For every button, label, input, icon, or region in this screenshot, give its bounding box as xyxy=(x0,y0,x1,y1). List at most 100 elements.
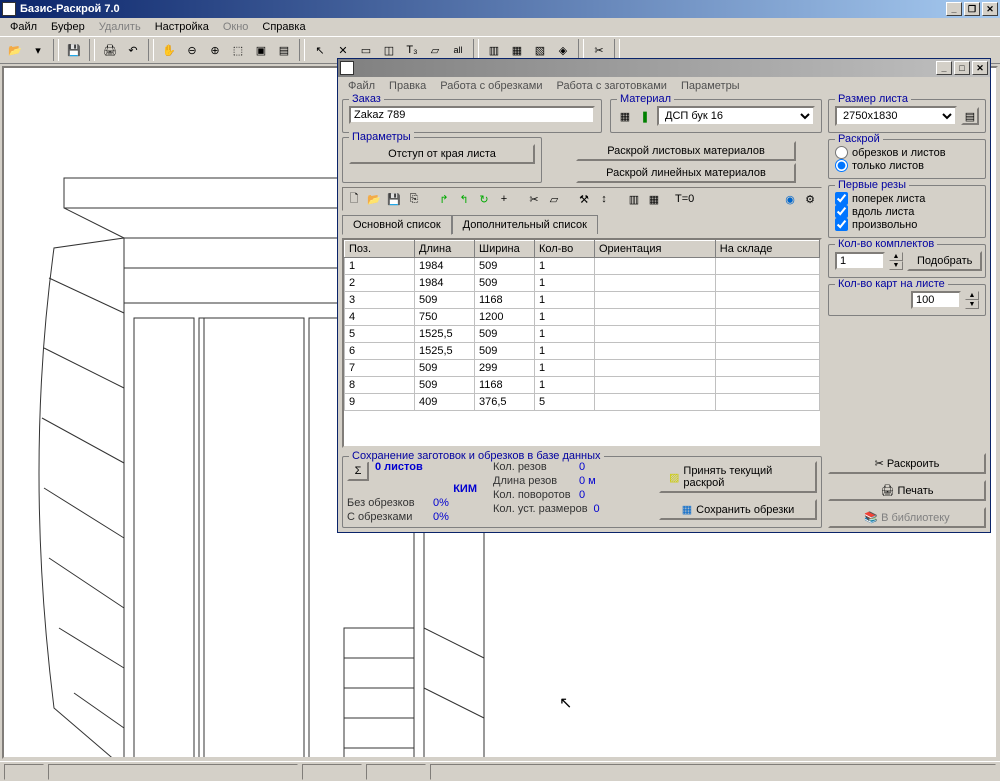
maximize-button[interactable]: ❐ xyxy=(964,2,980,16)
parts-table-wrap[interactable]: Поз.ДлинаШиринаКол-воОриентацияНа складе… xyxy=(342,238,822,448)
col-header[interactable]: На складе xyxy=(715,241,819,258)
komplekt-input[interactable] xyxy=(835,252,885,270)
minimize-button[interactable]: _ xyxy=(946,2,962,16)
accept-button[interactable]: ▨Принять текущий раскрой xyxy=(659,461,817,493)
table-cell[interactable]: 1 xyxy=(535,309,595,326)
sheetsize-button[interactable]: ▤ xyxy=(961,107,979,125)
table-cell[interactable]: 509 xyxy=(415,377,475,394)
cutx-icon[interactable]: ✂ xyxy=(525,190,543,208)
save2-icon[interactable]: 💾 xyxy=(385,190,403,208)
table-cell[interactable]: 5 xyxy=(535,394,595,411)
select-icon[interactable]: ↖ xyxy=(309,39,331,61)
cards-spin-up-icon[interactable]: ▲ xyxy=(965,291,979,300)
check-free[interactable] xyxy=(835,218,848,231)
table-cell[interactable]: 1 xyxy=(535,343,595,360)
table-cell[interactable]: 299 xyxy=(475,360,535,377)
col-header[interactable]: Длина xyxy=(415,241,475,258)
cut-sheet-button[interactable]: Раскрой листовых материалов xyxy=(576,141,796,161)
cards-input[interactable] xyxy=(911,291,961,309)
table-cell[interactable]: 2 xyxy=(345,275,415,292)
plus-icon[interactable]: + xyxy=(495,190,513,208)
table-cell[interactable] xyxy=(595,275,716,292)
col-header[interactable]: Ориентация xyxy=(595,241,716,258)
save-cuts-button[interactable]: ▦Сохранить обрезки xyxy=(659,499,817,520)
table-cell[interactable] xyxy=(715,343,819,360)
col-header[interactable]: Поз. xyxy=(345,241,415,258)
execute-cut-button[interactable]: ✂ Раскроить xyxy=(828,453,986,474)
radio-sheets-only[interactable] xyxy=(835,159,848,172)
table-cell[interactable] xyxy=(715,258,819,275)
cards-spin-down-icon[interactable]: ▼ xyxy=(965,300,979,309)
table-cell[interactable]: 7 xyxy=(345,360,415,377)
table-row[interactable]: 350911681 xyxy=(345,292,820,309)
order-input[interactable] xyxy=(349,106,595,124)
table-cell[interactable]: 6 xyxy=(345,343,415,360)
dmenu-edit[interactable]: Правка xyxy=(383,78,432,94)
table-cell[interactable]: 1 xyxy=(535,292,595,309)
material-icon-2[interactable]: ❚ xyxy=(637,108,653,124)
layout2-icon[interactable]: ▦ xyxy=(645,190,663,208)
table-row[interactable]: 75092991 xyxy=(345,360,820,377)
dmenu-cuts[interactable]: Работа с обрезками xyxy=(434,78,548,94)
table-row[interactable]: 9409376,55 xyxy=(345,394,820,411)
table-cell[interactable]: 1984 xyxy=(415,258,475,275)
col-header[interactable]: Кол-во xyxy=(535,241,595,258)
table-cell[interactable]: 8 xyxy=(345,377,415,394)
dialog-minimize-button[interactable]: _ xyxy=(936,61,952,75)
arrow1-icon[interactable]: ↱ xyxy=(435,190,453,208)
table-cell[interactable] xyxy=(715,326,819,343)
table-cell[interactable]: 1525,5 xyxy=(415,326,475,343)
table-cell[interactable] xyxy=(715,394,819,411)
table-cell[interactable] xyxy=(715,377,819,394)
table-cell[interactable]: 509 xyxy=(475,326,535,343)
table-cell[interactable] xyxy=(715,292,819,309)
dialog-close-button[interactable]: ✕ xyxy=(972,61,988,75)
table-cell[interactable] xyxy=(595,292,716,309)
table-cell[interactable] xyxy=(595,258,716,275)
table-cell[interactable] xyxy=(715,275,819,292)
zoom-window-icon[interactable]: ⬚ xyxy=(227,39,249,61)
table-cell[interactable] xyxy=(715,360,819,377)
menu-delete[interactable]: Удалить xyxy=(93,19,147,35)
table-cell[interactable]: 509 xyxy=(415,292,475,309)
dmenu-params[interactable]: Параметры xyxy=(675,78,746,94)
rotate-icon[interactable]: ↻ xyxy=(475,190,493,208)
open-dd-icon[interactable]: ▾ xyxy=(27,39,49,61)
material-select[interactable]: ДСП бук 16 xyxy=(657,106,815,126)
table-cell[interactable]: 409 xyxy=(415,394,475,411)
table-cell[interactable] xyxy=(595,326,716,343)
new-icon[interactable]: 🗋 xyxy=(345,190,363,208)
table-cell[interactable]: 5 xyxy=(345,326,415,343)
zoom-fit-icon[interactable]: ▣ xyxy=(250,39,272,61)
table-row[interactable]: 61525,55091 xyxy=(345,343,820,360)
table-cell[interactable] xyxy=(595,343,716,360)
export-icon[interactable]: ⎘ xyxy=(405,190,423,208)
table-cell[interactable]: 509 xyxy=(415,360,475,377)
menu-help[interactable]: Справка xyxy=(256,19,311,35)
table-cell[interactable] xyxy=(595,360,716,377)
zoom-out-icon[interactable]: ⊖ xyxy=(181,39,203,61)
open-icon[interactable]: 📂 xyxy=(4,39,26,61)
hist-icon[interactable]: ↶ xyxy=(122,39,144,61)
table-cell[interactable] xyxy=(595,377,716,394)
check-along[interactable] xyxy=(835,205,848,218)
col-header[interactable]: Ширина xyxy=(475,241,535,258)
table-cell[interactable] xyxy=(595,309,716,326)
table-cell[interactable]: 1 xyxy=(535,326,595,343)
table-cell[interactable]: 1168 xyxy=(475,377,535,394)
table-row[interactable]: 219845091 xyxy=(345,275,820,292)
material-icon-1[interactable]: ▦ xyxy=(617,108,633,124)
spin-down-icon[interactable]: ▼ xyxy=(889,261,903,270)
save-icon[interactable]: 💾 xyxy=(63,39,85,61)
dialog-maximize-button[interactable]: □ xyxy=(954,61,970,75)
table-cell[interactable]: 376,5 xyxy=(475,394,535,411)
table-cell[interactable]: 9 xyxy=(345,394,415,411)
table-cell[interactable]: 4 xyxy=(345,309,415,326)
table-row[interactable]: 475012001 xyxy=(345,309,820,326)
print-button[interactable]: 🖨 Печать xyxy=(828,480,986,501)
table-cell[interactable]: 1200 xyxy=(475,309,535,326)
table-cell[interactable]: 1 xyxy=(535,258,595,275)
print-icon[interactable]: 🖨 xyxy=(99,39,121,61)
cut-linear-button[interactable]: Раскрой линейных материалов xyxy=(576,163,796,183)
table-cell[interactable]: 750 xyxy=(415,309,475,326)
